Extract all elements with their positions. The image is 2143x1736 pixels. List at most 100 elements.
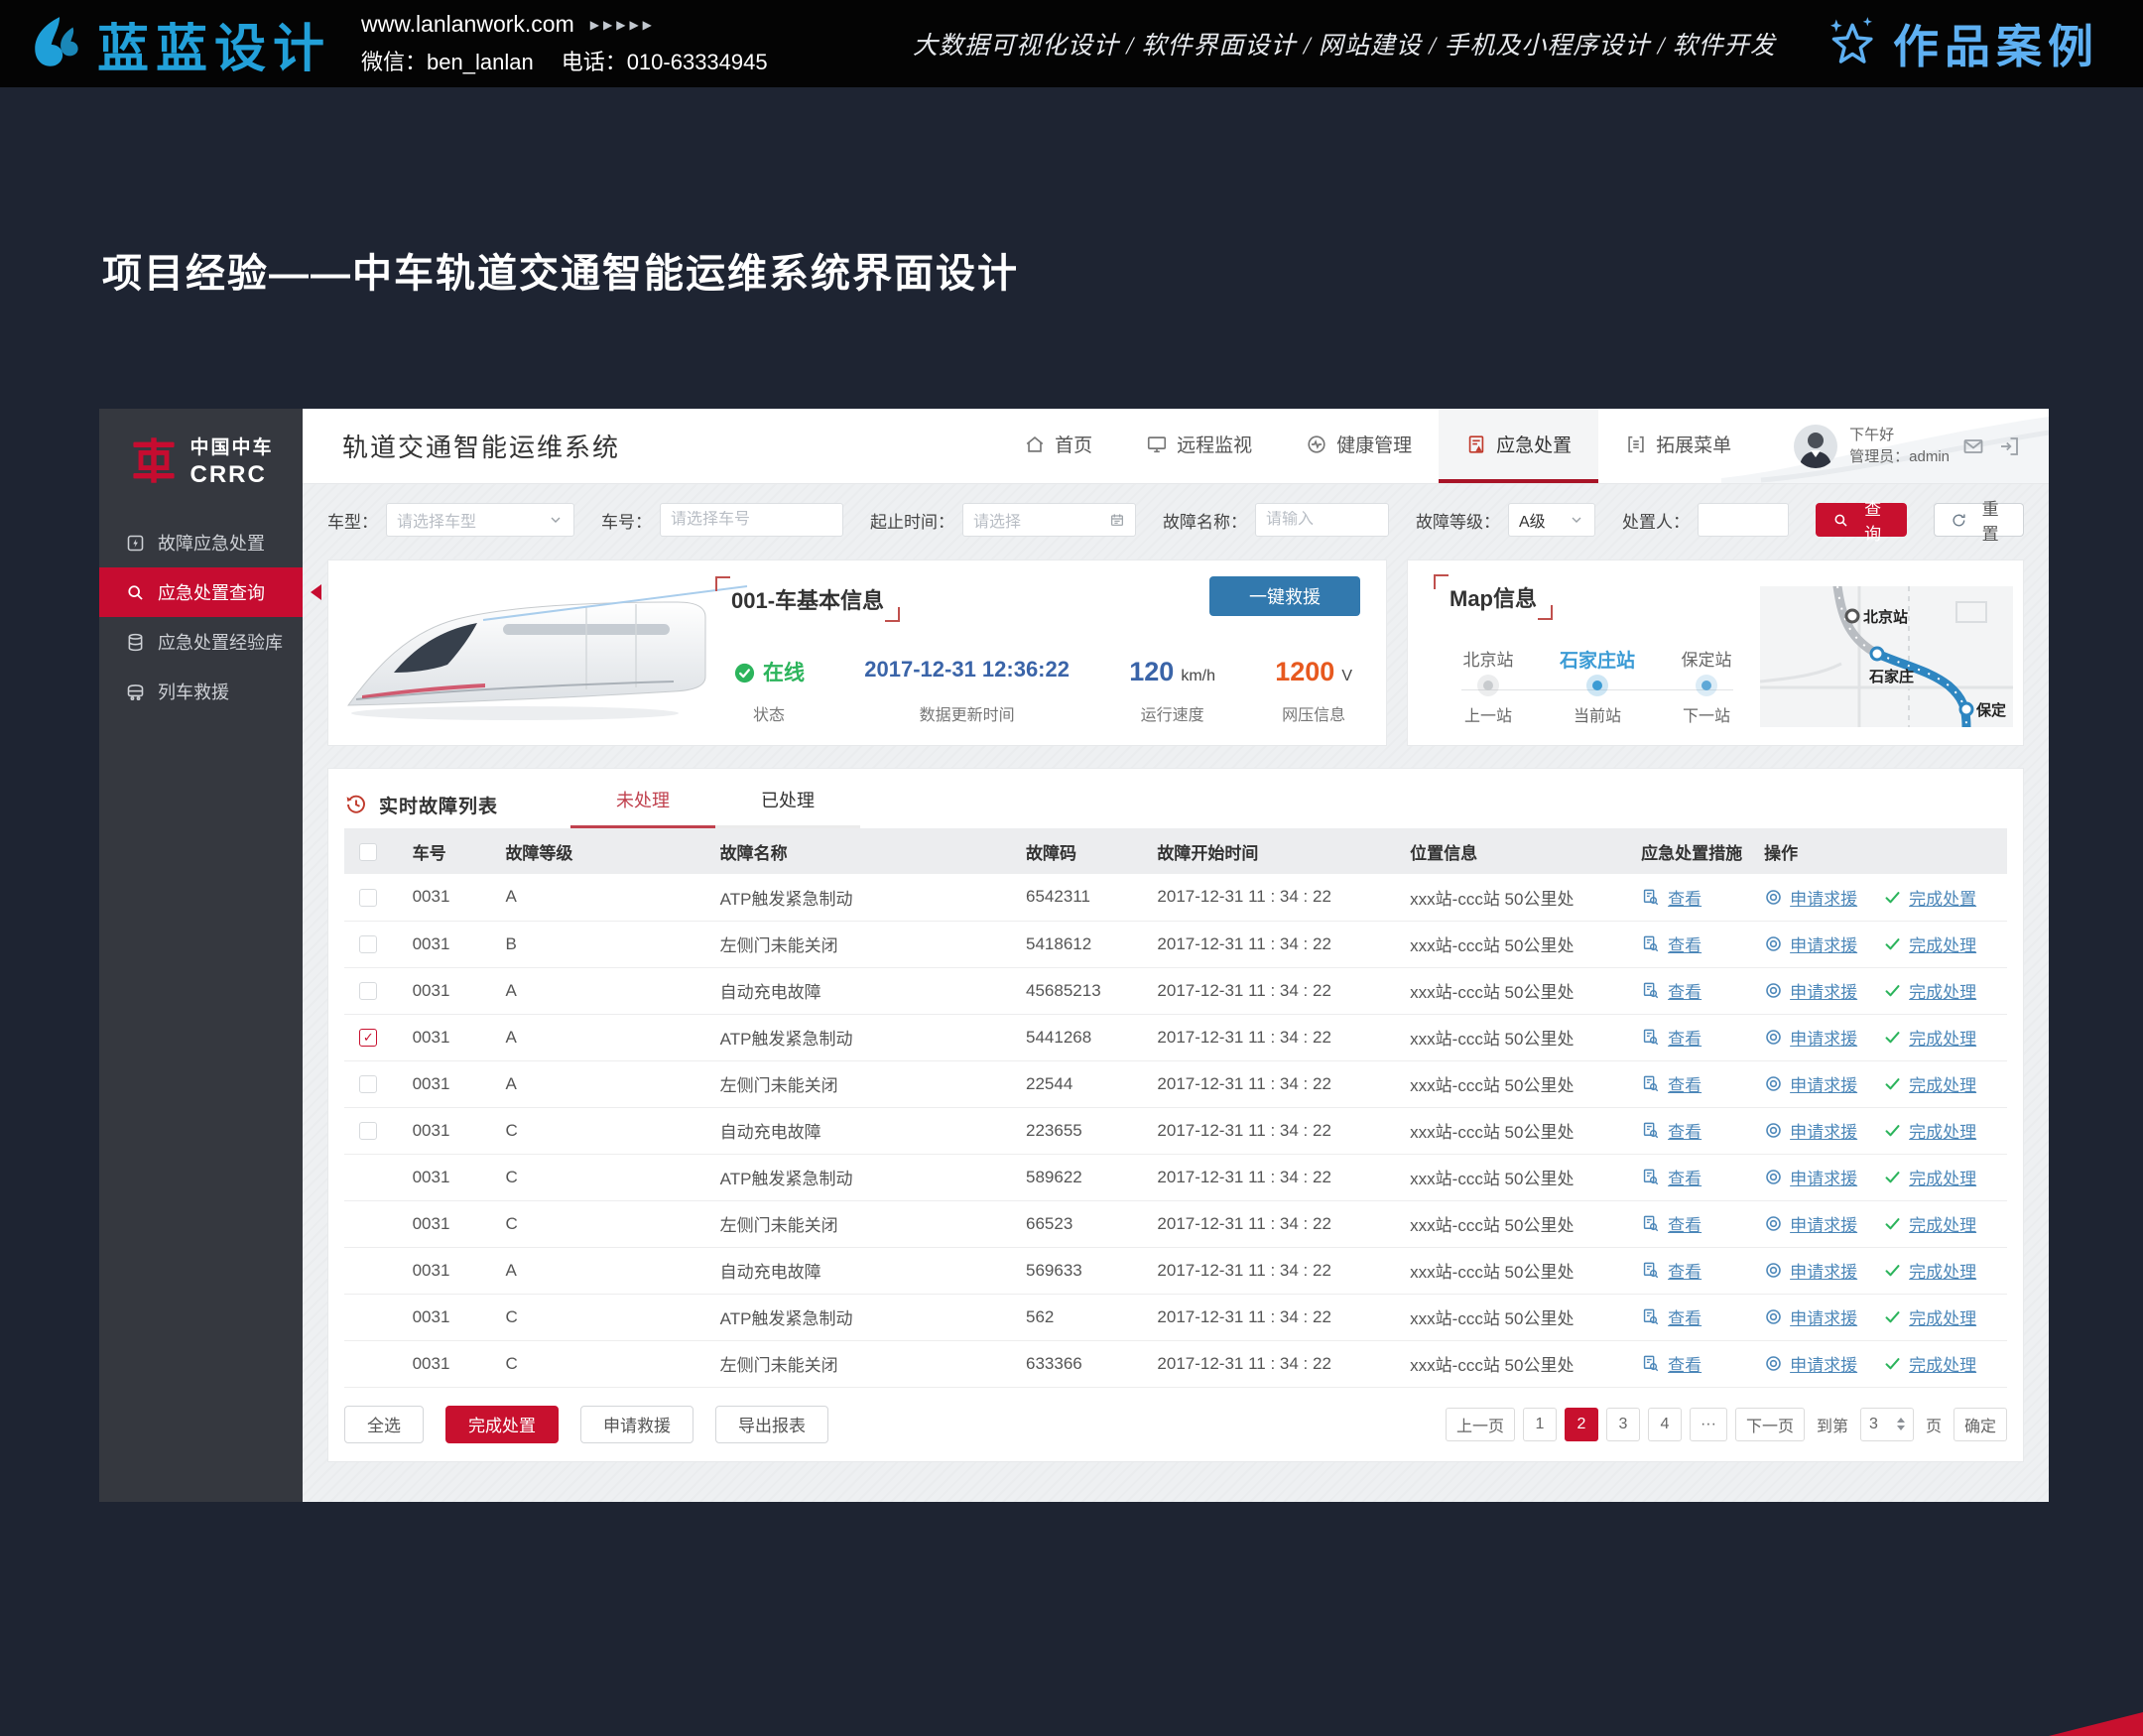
sidebar-item[interactable]: 故障应急处置 xyxy=(99,518,303,567)
fault-code: 6542311 xyxy=(1006,874,1137,921)
avatar[interactable] xyxy=(1794,425,1837,468)
check-icon xyxy=(1883,981,1902,1000)
check-circle-icon xyxy=(733,662,756,684)
view-link[interactable]: 查看 xyxy=(1668,1165,1702,1189)
apply-rescue-link[interactable]: 申请求援 xyxy=(1790,1025,1857,1050)
nav-item[interactable]: 应急处置 xyxy=(1439,409,1598,483)
website-url[interactable]: www.lanlanwork.com xyxy=(361,11,574,38)
prev-page-button[interactable]: 上一页 xyxy=(1446,1408,1515,1441)
tab-handled[interactable]: 已处理 xyxy=(715,787,860,828)
emergency-doc-icon xyxy=(1465,434,1487,455)
apply-rescue-link[interactable]: 申请求援 xyxy=(1790,1211,1857,1236)
apply-rescue-link[interactable]: 申请求援 xyxy=(1790,978,1857,1003)
complete-link[interactable]: 完成处理 xyxy=(1909,1025,1976,1050)
sidebar-item[interactable]: 应急处置经验库 xyxy=(99,617,303,667)
complete-link[interactable]: 完成处理 xyxy=(1909,1165,1976,1189)
measure-cell: 查看 xyxy=(1621,1294,1744,1340)
handler-input[interactable] xyxy=(1708,511,1778,529)
page-button[interactable]: 3 xyxy=(1606,1408,1640,1441)
jump-page-input[interactable]: 3 xyxy=(1860,1408,1914,1441)
fault-code: 66523 xyxy=(1006,1200,1137,1247)
nav-item[interactable]: 拓展菜单 xyxy=(1598,409,1758,483)
complete-link[interactable]: 完成处理 xyxy=(1909,1258,1976,1283)
next-page-button[interactable]: 下一页 xyxy=(1735,1408,1805,1441)
complete-link[interactable]: 完成处理 xyxy=(1909,1071,1976,1096)
apply-rescue-link[interactable]: 申请求援 xyxy=(1790,1304,1857,1329)
vehicle-no-input[interactable] xyxy=(671,511,832,529)
view-link[interactable]: 查看 xyxy=(1668,885,1702,910)
confirm-page-button[interactable]: 确定 xyxy=(1954,1408,2007,1441)
row-checkbox[interactable] xyxy=(359,1122,377,1140)
complete-link[interactable]: 完成处理 xyxy=(1909,1118,1976,1143)
view-link[interactable]: 查看 xyxy=(1668,978,1702,1003)
logout-icon[interactable] xyxy=(1997,434,2021,458)
mail-icon[interactable] xyxy=(1961,434,1985,458)
vehicle-type-placeholder: 请选择车型 xyxy=(397,508,476,532)
apply-rescue-link[interactable]: 申请求援 xyxy=(1790,1118,1857,1143)
view-link[interactable]: 查看 xyxy=(1668,1304,1702,1329)
apply-rescue-link[interactable]: 申请求援 xyxy=(1790,885,1857,910)
page-button[interactable]: 1 xyxy=(1523,1408,1557,1441)
select-all-checkbox[interactable] xyxy=(359,843,377,861)
apply-rescue-link[interactable]: 申请求援 xyxy=(1790,1165,1857,1189)
select-all-button[interactable]: 全选 xyxy=(344,1406,424,1443)
row-checkbox[interactable]: ✓ xyxy=(359,1029,377,1047)
apply-rescue-link[interactable]: 申请求援 xyxy=(1790,1258,1857,1283)
station-prev: 北京站上一站 xyxy=(1434,646,1543,726)
time-range-picker[interactable]: 请选择 xyxy=(962,503,1136,537)
page-button[interactable]: 2 xyxy=(1565,1408,1598,1441)
complete-link[interactable]: 完成处理 xyxy=(1909,1211,1976,1236)
fault-code: 562 xyxy=(1006,1294,1137,1340)
view-link[interactable]: 查看 xyxy=(1668,1258,1702,1283)
tab-unhandled[interactable]: 未处理 xyxy=(570,787,715,828)
nav-item[interactable]: 远程监视 xyxy=(1119,409,1279,483)
row-checkbox[interactable] xyxy=(359,935,377,953)
fault-level: B xyxy=(485,921,699,967)
lanlan-logo[interactable]: 蓝蓝设计 xyxy=(28,7,331,81)
table-row: 0031B左侧门未能关闭54186122017-12-31 11 : 34 : … xyxy=(344,921,2007,967)
sidebar-item[interactable]: 列车救援 xyxy=(99,667,303,716)
vehicle-type-select[interactable]: 请选择车型 xyxy=(386,503,574,537)
train-image xyxy=(336,572,753,731)
row-checkbox[interactable] xyxy=(359,889,377,907)
complete-link[interactable]: 完成处理 xyxy=(1909,1351,1976,1376)
station-name: 北京站 xyxy=(1463,646,1514,672)
search-button[interactable]: 查询 xyxy=(1816,503,1907,537)
export-report-button[interactable]: 导出报表 xyxy=(715,1406,828,1443)
row-checkbox-cell xyxy=(344,967,393,1014)
view-link[interactable]: 查看 xyxy=(1668,1025,1702,1050)
apply-rescue-button[interactable]: 申请救援 xyxy=(580,1406,693,1443)
row-checkbox[interactable] xyxy=(359,1075,377,1093)
apply-rescue-link[interactable]: 申请求援 xyxy=(1790,1351,1857,1376)
view-link[interactable]: 查看 xyxy=(1668,931,1702,956)
page-button[interactable]: 4 xyxy=(1648,1408,1682,1441)
reset-button[interactable]: 重置 xyxy=(1934,503,2025,537)
search-icon xyxy=(125,582,146,603)
complete-link[interactable]: 完成处置 xyxy=(1909,885,1976,910)
view-link[interactable]: 查看 xyxy=(1668,1211,1702,1236)
top-nav: 首页远程监视健康管理应急处置拓展菜单 xyxy=(997,409,1758,483)
page-ellipsis[interactable]: ··· xyxy=(1690,1408,1727,1441)
complete-handle-button[interactable]: 完成处置 xyxy=(445,1406,559,1443)
one-key-rescue-button[interactable]: 一键救援 xyxy=(1209,576,1360,616)
complete-link[interactable]: 完成处理 xyxy=(1909,978,1976,1003)
nav-item[interactable]: 首页 xyxy=(997,409,1119,483)
fault-name-input[interactable] xyxy=(1266,511,1378,529)
check-icon xyxy=(1883,1121,1902,1140)
apply-rescue-link[interactable]: 申请求援 xyxy=(1790,1071,1857,1096)
apply-rescue-link[interactable]: 申请求援 xyxy=(1790,931,1857,956)
complete-link[interactable]: 完成处理 xyxy=(1909,1304,1976,1329)
row-checkbox[interactable] xyxy=(359,982,377,1000)
portfolio-link[interactable]: 作品案例 xyxy=(1824,11,2099,76)
spinner-icon[interactable] xyxy=(1897,1418,1905,1430)
view-link[interactable]: 查看 xyxy=(1668,1118,1702,1143)
pagination: 上一页1234···下一页到第3页确定 xyxy=(1446,1408,2007,1441)
fault-start-time: 2017-12-31 11 : 34 : 22 xyxy=(1137,1060,1390,1107)
nav-item[interactable]: 健康管理 xyxy=(1279,409,1439,483)
sidebar-item[interactable]: 应急处置查询 xyxy=(99,567,303,617)
complete-link[interactable]: 完成处理 xyxy=(1909,931,1976,956)
table-row: 0031CATP触发紧急制动5622017-12-31 11 : 34 : 22… xyxy=(344,1294,2007,1340)
view-link[interactable]: 查看 xyxy=(1668,1351,1702,1376)
view-link[interactable]: 查看 xyxy=(1668,1071,1702,1096)
fault-level-select[interactable]: A级 xyxy=(1508,503,1595,537)
